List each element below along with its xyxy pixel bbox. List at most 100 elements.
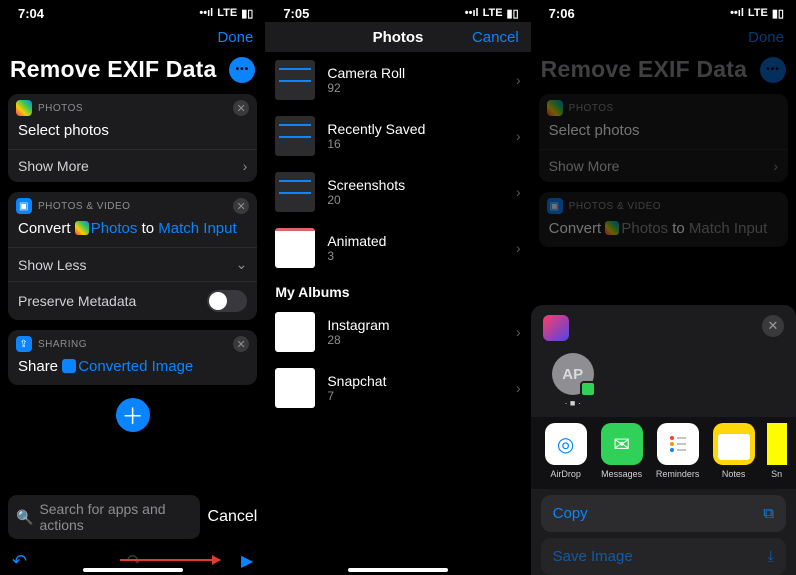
album-thumbnail (275, 368, 315, 408)
image-icon (62, 359, 76, 373)
battery-icon: ▮▯ (507, 7, 519, 20)
album-thumbnail (275, 228, 315, 268)
done-button[interactable]: Done (217, 29, 253, 46)
battery-icon: ▮▯ (772, 7, 784, 20)
home-indicator[interactable] (83, 568, 183, 572)
action-card-convert: ▣PHOTOS & VIDEO Convert Photos to Match … (539, 192, 788, 247)
chevron-right-icon: › (516, 240, 521, 256)
share-app-messages[interactable]: ✉Messages (599, 423, 645, 479)
undo-button[interactable]: ↶ (12, 551, 27, 572)
convert-prefix: Convert (18, 220, 71, 237)
snapchat-icon (767, 423, 787, 465)
chevron-right-icon: › (516, 184, 521, 200)
notes-icon (713, 423, 755, 465)
suggested-contacts-row[interactable]: AP · ■ · (531, 349, 796, 417)
app-label: Notes (722, 469, 746, 479)
share-action-save-image[interactable]: Save Image ⤓ (541, 538, 786, 575)
run-button[interactable]: ▶ (241, 551, 253, 571)
share-app-airdrop[interactable]: ◎ AirDrop (543, 423, 589, 479)
share-apps-row[interactable]: ◎ AirDrop ✉Messages Reminders Notes Sn (531, 417, 796, 489)
media-icon: ▣ (16, 198, 32, 214)
album-row[interactable]: Animated3 › (265, 220, 530, 276)
network-label: LTE (483, 7, 503, 19)
status-time: 7:05 (283, 6, 309, 21)
cancel-button[interactable]: Cancel (472, 29, 519, 46)
show-less-row[interactable]: Show Less ⌄ (8, 247, 257, 281)
bottom-toolbar-area: 🔍 Search for apps and actions Cancel ↶ ↷… (0, 489, 265, 575)
nav-bar: Done (0, 22, 265, 52)
album-count: 28 (327, 333, 504, 347)
app-label: AirDrop (550, 469, 581, 479)
status-bar: 7:06 ••ıl LTE ▮▯ (531, 0, 796, 22)
more-button[interactable]: ••• (229, 57, 255, 83)
album-name: Snapchat (327, 373, 504, 389)
copy-icon: ⧉ (763, 505, 774, 522)
nav-bar: Done (531, 22, 796, 52)
album-row[interactable]: Camera Roll92 › (265, 52, 530, 108)
card-body: Select photos (539, 118, 788, 149)
close-sheet-button[interactable]: ✕ (762, 315, 784, 337)
album-row[interactable]: Instagram28 › (265, 304, 530, 360)
nav-bar: Photos Cancel (265, 22, 530, 52)
search-row: 🔍 Search for apps and actions Cancel (0, 489, 265, 545)
card-body: Share Converted Image (8, 354, 257, 385)
share-app-more[interactable]: Sn (767, 423, 787, 479)
search-placeholder: Search for apps and actions (39, 501, 191, 533)
album-count: 20 (327, 193, 504, 207)
section-header: My Albums (265, 276, 530, 304)
card-header-label: SHARING (38, 339, 87, 350)
share-sheet: ✕ AP · ■ · ◎ AirDrop ✉Messages Reminders … (531, 305, 796, 575)
album-row[interactable]: Recently Saved16 › (265, 108, 530, 164)
photos-token[interactable]: Photos (75, 220, 138, 237)
album-row[interactable]: Screenshots20 › (265, 164, 530, 220)
contact-suggestion[interactable]: AP · ■ · (543, 353, 603, 409)
messages-badge-icon (580, 381, 596, 397)
status-time: 7:04 (18, 6, 44, 21)
title-row: Remove EXIF Data ••• (0, 52, 265, 89)
album-row[interactable]: Snapchat7 › (265, 360, 530, 416)
card-body[interactable]: Select photos (8, 118, 257, 149)
annotation-arrow (120, 559, 220, 561)
album-list[interactable]: Camera Roll92 › Recently Saved16 › Scree… (265, 52, 530, 575)
airdrop-icon: ◎ (545, 423, 587, 465)
screen-shortcut-editor: 7:04 ••ıl LTE ▮▯ Done Remove EXIF Data •… (0, 0, 265, 575)
chevron-down-icon: ⌄ (236, 256, 248, 273)
convert-mid: to (142, 220, 155, 237)
page-title: Remove EXIF Data (10, 56, 216, 83)
remove-action-button[interactable]: ✕ (233, 198, 249, 214)
home-indicator[interactable] (348, 568, 448, 572)
action-label: Save Image (553, 548, 633, 565)
search-input[interactable]: 🔍 Search for apps and actions (8, 495, 200, 539)
search-icon: 🔍 (16, 509, 33, 526)
show-more-label: Show More (18, 158, 89, 174)
format-token[interactable]: Match Input (158, 220, 236, 237)
share-action-copy[interactable]: Copy ⧉ (541, 495, 786, 532)
action-card-photos: PHOTOS Select photos Show More› (539, 94, 788, 182)
app-label: Sn (771, 469, 782, 479)
remove-action-button[interactable]: ✕ (233, 100, 249, 116)
signal-icon: ••ıl (730, 7, 744, 19)
card-header: PHOTOS ✕ (8, 94, 257, 118)
chevron-right-icon: › (516, 72, 521, 88)
screen-share-sheet: 7:06 ••ıl LTE ▮▯ Done Remove EXIF Data •… (531, 0, 796, 575)
show-more-row[interactable]: Show More › (8, 149, 257, 182)
preserve-label: Preserve Metadata (18, 293, 136, 309)
album-thumbnail (275, 60, 315, 100)
messages-icon: ✉ (601, 423, 643, 465)
converted-image-token[interactable]: Converted Image (62, 358, 193, 375)
chevron-right-icon: › (773, 158, 778, 174)
convert-prefix: Convert (549, 220, 602, 237)
photos-token: Photos (605, 220, 668, 237)
add-action-button[interactable]: ＋ (116, 398, 150, 432)
action-card-photos: PHOTOS ✕ Select photos Show More › (8, 94, 257, 182)
share-app-notes[interactable]: Notes (711, 423, 757, 479)
status-bar: 7:05 ••ıl LTE ▮▯ (265, 0, 530, 22)
album-name: Screenshots (327, 177, 504, 193)
preserve-metadata-switch[interactable] (207, 290, 247, 312)
remove-action-button[interactable]: ✕ (233, 336, 249, 352)
convert-mid: to (672, 220, 685, 237)
cancel-button[interactable]: Cancel (208, 508, 258, 526)
share-app-reminders[interactable]: Reminders (655, 423, 701, 479)
contact-name: · ■ · (564, 399, 580, 409)
chevron-right-icon: › (516, 128, 521, 144)
